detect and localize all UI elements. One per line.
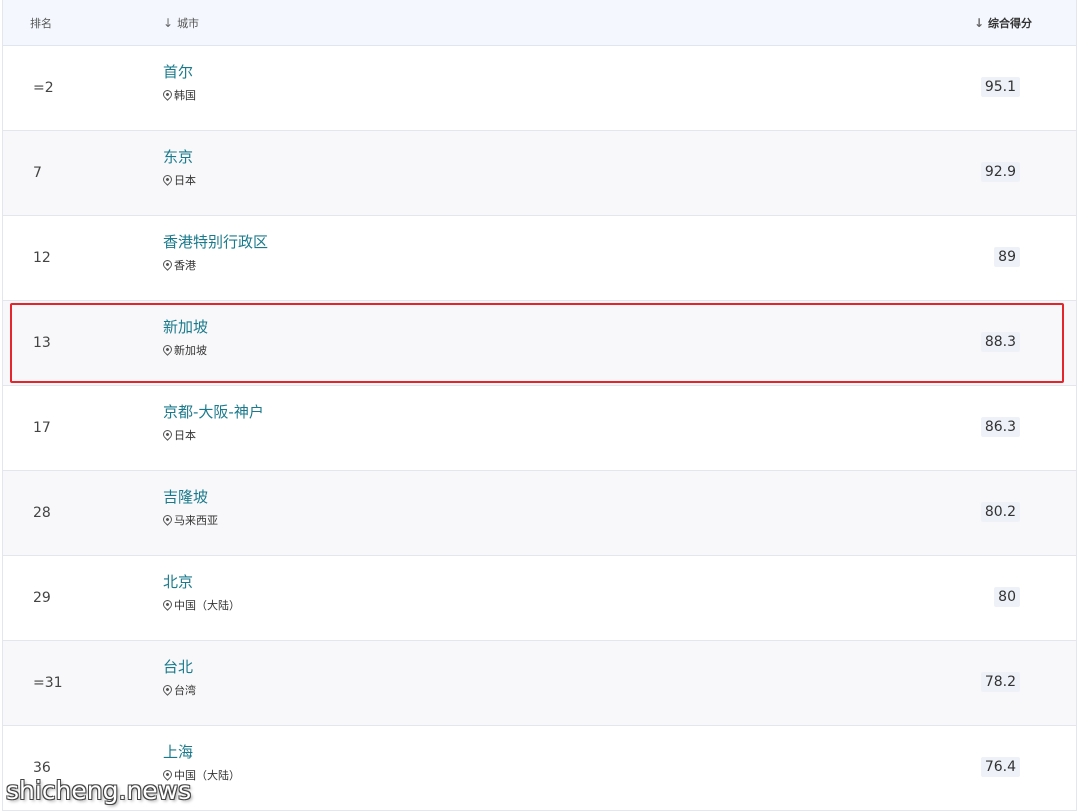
- city-link[interactable]: 北京: [163, 571, 193, 592]
- location-pin-icon: [161, 342, 174, 356]
- rank-value: 17: [33, 420, 51, 436]
- country-text: 日本: [174, 174, 196, 187]
- score-badge: 95.1: [980, 77, 1020, 97]
- location-pin-icon: [161, 172, 174, 186]
- score-badge: 88.3: [980, 332, 1020, 352]
- location-pin-icon: [161, 427, 174, 441]
- country-text: 香港: [174, 259, 196, 272]
- column-header-score-label: 综合得分: [988, 17, 1032, 30]
- column-header-rank[interactable]: 排名: [30, 15, 52, 31]
- location-pin-icon: [161, 257, 174, 271]
- sort-arrow-icon: ↓: [163, 16, 174, 30]
- country-text: 台湾: [174, 684, 196, 697]
- score-badge: 80.2: [980, 502, 1020, 522]
- table-row: 13 新加坡 新加坡 88.3: [3, 301, 1076, 386]
- country-label: 韩国: [161, 87, 196, 103]
- location-pin-icon: [161, 512, 174, 526]
- table-header: 排名 ↓ 城市 ↓ 综合得分: [3, 0, 1076, 46]
- country-text: 日本: [174, 429, 196, 442]
- city-link[interactable]: 台北: [163, 656, 193, 677]
- table-row: 29 北京 中国（大陆） 80: [3, 556, 1076, 641]
- score-badge: 89: [994, 247, 1020, 267]
- watermark-logo: shicheng.news: [6, 776, 192, 805]
- column-header-city-label: 城市: [177, 17, 200, 30]
- city-link[interactable]: 吉隆坡: [163, 486, 208, 507]
- city-link[interactable]: 香港特别行政区: [163, 231, 268, 252]
- rank-value: 29: [33, 590, 51, 606]
- country-label: 台湾: [161, 682, 196, 698]
- city-link[interactable]: 上海: [163, 741, 193, 762]
- rank-value: 13: [33, 335, 51, 351]
- table-row: 7 东京 日本 92.9: [3, 131, 1076, 216]
- ranking-table: 排名 ↓ 城市 ↓ 综合得分 =2 首尔 韩国 95.1 7 东京 日本 92.9 …: [2, 0, 1077, 811]
- column-header-city[interactable]: ↓ 城市: [163, 15, 199, 31]
- sort-arrow-icon: ↓: [973, 16, 984, 30]
- rank-value: 7: [33, 165, 42, 181]
- rank-value: 28: [33, 505, 51, 521]
- table-row: =2 首尔 韩国 95.1: [3, 46, 1076, 131]
- country-label: 日本: [161, 172, 196, 188]
- country-text: 韩国: [174, 89, 196, 102]
- table-row: 17 京都-大阪-神户 日本 86.3: [3, 386, 1076, 471]
- score-badge: 80: [994, 587, 1020, 607]
- country-label: 马来西亚: [161, 512, 218, 528]
- table-row: =31 台北 台湾 78.2: [3, 641, 1076, 726]
- city-link[interactable]: 东京: [163, 146, 193, 167]
- city-link[interactable]: 京都-大阪-神户: [163, 401, 264, 422]
- country-label: 中国（大陆）: [161, 597, 240, 613]
- score-badge: 78.2: [980, 672, 1020, 692]
- column-header-score[interactable]: ↓ 综合得分: [974, 15, 1032, 31]
- rank-value: 36: [33, 760, 51, 776]
- score-badge: 92.9: [980, 162, 1020, 182]
- location-pin-icon: [161, 597, 174, 611]
- rank-value: =31: [33, 675, 63, 691]
- country-text: 马来西亚: [174, 514, 218, 527]
- country-text: 新加坡: [174, 344, 207, 357]
- city-link[interactable]: 首尔: [163, 61, 193, 82]
- country-label: 日本: [161, 427, 196, 443]
- table-row: 28 吉隆坡 马来西亚 80.2: [3, 471, 1076, 556]
- table-row: 12 香港特别行政区 香港 89: [3, 216, 1076, 301]
- location-pin-icon: [161, 682, 174, 696]
- score-badge: 76.4: [980, 757, 1020, 777]
- country-text: 中国（大陆）: [174, 599, 240, 612]
- country-label: 新加坡: [161, 342, 207, 358]
- location-pin-icon: [161, 87, 174, 101]
- rank-value: =2: [33, 80, 54, 96]
- rank-value: 12: [33, 250, 51, 266]
- country-label: 香港: [161, 257, 196, 273]
- score-badge: 86.3: [980, 417, 1020, 437]
- city-link[interactable]: 新加坡: [163, 316, 208, 337]
